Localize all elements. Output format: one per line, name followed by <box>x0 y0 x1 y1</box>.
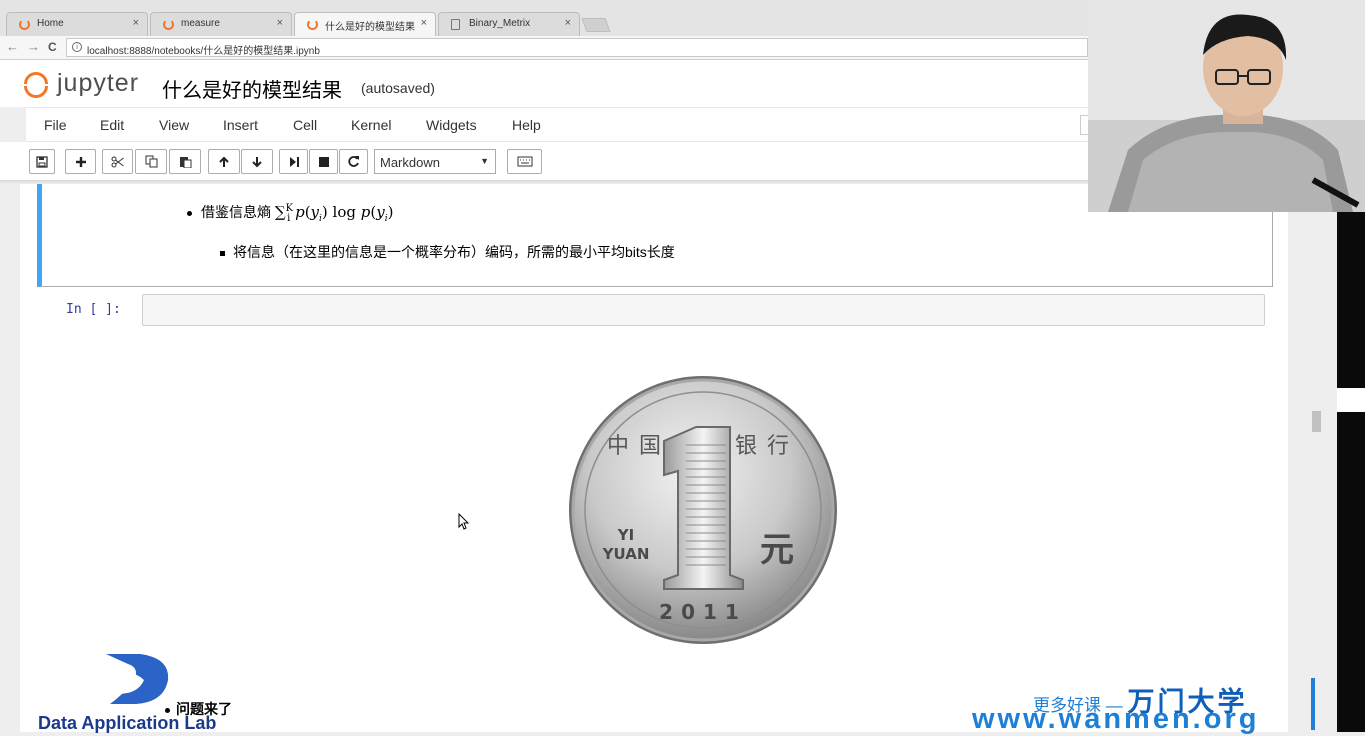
tab-binary-metrix[interactable]: Binary_Metrix × <box>438 12 580 36</box>
insert-cell-button[interactable] <box>65 149 96 174</box>
menu-insert[interactable]: Insert <box>223 117 258 133</box>
jupyter-logo-icon[interactable] <box>24 70 50 98</box>
plus-icon <box>75 157 86 167</box>
coin-pinyin-2: YUAN <box>602 545 650 563</box>
move-up-button[interactable] <box>208 149 240 174</box>
notebook-page: 借鉴信息熵 ∑Ki p(yi) log p(yi) 将信息（在这里的信息是一个概… <box>20 184 1288 732</box>
paste-icon <box>179 157 191 169</box>
copy-icon <box>145 155 157 168</box>
cell-type-value: Markdown <box>380 155 440 170</box>
restart-button[interactable] <box>339 149 368 174</box>
menu-help[interactable]: Help <box>512 117 541 133</box>
formula-sub: i <box>287 213 291 224</box>
tab-label: measure <box>181 18 220 29</box>
tab-measure[interactable]: measure × <box>150 12 292 36</box>
jupyter-favicon-icon <box>307 19 318 30</box>
tab-close-icon[interactable]: × <box>421 17 427 29</box>
notebook-title[interactable]: 什么是好的模型结果 <box>162 74 342 103</box>
save-button[interactable] <box>29 149 55 174</box>
cell-type-select[interactable]: Markdown ▼ <box>374 149 496 174</box>
data-application-lab-logo <box>106 654 169 704</box>
chevron-down-icon: ▼ <box>480 156 489 166</box>
input-prompt: In [ ]: <box>66 302 121 317</box>
menu-kernel[interactable]: Kernel <box>351 117 391 133</box>
run-button[interactable] <box>279 149 308 174</box>
save-icon <box>36 156 48 168</box>
copy-button[interactable] <box>135 149 167 174</box>
mouse-cursor-icon <box>458 513 470 530</box>
menu-view[interactable]: View <box>159 117 189 133</box>
wanmen-divider <box>1311 678 1315 730</box>
cut-button[interactable] <box>102 149 133 174</box>
tab-label: Home <box>37 18 64 29</box>
menu-edit[interactable]: Edit <box>100 117 124 133</box>
stop-icon <box>318 157 329 167</box>
url-bar[interactable]: i localhost:8888/notebooks/什么是好的模型结果.ipy… <box>66 38 1088 57</box>
bullet-dot <box>187 210 192 216</box>
list-item: 借鉴信息熵 ∑Ki p(yi) log p(yi) <box>187 202 393 224</box>
new-tab-button[interactable] <box>581 18 611 32</box>
code-cell-input[interactable] <box>142 294 1265 326</box>
reload-icon[interactable]: C <box>48 40 57 54</box>
cut-icon <box>111 156 124 168</box>
webcam-overlay <box>1088 0 1365 212</box>
menu-widgets[interactable]: Widgets <box>426 117 477 133</box>
save-status: (autosaved) <box>361 80 435 96</box>
tab-active-notebook[interactable]: 什么是好的模型结果 × <box>294 12 436 36</box>
tab-label: 什么是好的模型结果 <box>325 22 415 33</box>
entropy-formula: ∑Ki p(yi) log p(yi) <box>274 203 394 224</box>
coin-year: 2011 <box>659 600 747 624</box>
info-icon: i <box>72 42 82 52</box>
back-icon[interactable]: ← <box>6 39 19 54</box>
coin-image: 中国人民银行 YI YUAN 元 2011 <box>569 376 837 644</box>
forward-icon[interactable]: → <box>27 39 40 54</box>
jupyter-favicon-icon <box>163 19 174 30</box>
url-text: localhost:8888/notebooks/什么是好的模型结果.ipynb <box>87 46 320 57</box>
menu-file[interactable]: File <box>44 117 67 133</box>
run-icon <box>289 157 299 167</box>
page-scrollbar[interactable] <box>1310 184 1324 732</box>
list-item: 将信息（在这里的信息是一个概率分布）编码，所需的最小平均bits长度 <box>220 242 675 262</box>
entropy-label: 借鉴信息熵 <box>201 204 271 220</box>
side-panel <box>1337 212 1365 732</box>
arrow-up-icon <box>219 156 229 167</box>
command-palette-button[interactable] <box>507 149 542 174</box>
coin-yuan-char: 元 <box>760 530 794 570</box>
keyboard-icon <box>517 156 532 167</box>
tab-home[interactable]: Home × <box>6 12 148 36</box>
document-icon <box>451 19 460 30</box>
move-down-button[interactable] <box>241 149 273 174</box>
menu-cell[interactable]: Cell <box>293 117 317 133</box>
tab-close-icon[interactable]: × <box>565 17 571 29</box>
lab-name-text: Data Application Lab <box>38 713 217 733</box>
scrollbar-thumb[interactable] <box>1312 411 1321 432</box>
jupyter-favicon-icon <box>19 19 30 30</box>
jupyter-logo-text[interactable]: jupyter <box>57 69 139 98</box>
arrow-down-icon <box>252 157 262 168</box>
tab-close-icon[interactable]: × <box>277 17 283 29</box>
interrupt-button[interactable] <box>309 149 338 174</box>
tab-label: Binary_Metrix <box>469 18 531 29</box>
restart-icon <box>348 156 359 167</box>
encoding-text: 将信息（在这里的信息是一个概率分布）编码，所需的最小平均bits长度 <box>233 244 675 260</box>
bullet-square <box>220 250 225 256</box>
wanmen-url-text: www.wanmen.org <box>972 703 1260 735</box>
coin-pinyin-1: YI <box>617 526 634 544</box>
tab-close-icon[interactable]: × <box>133 17 139 29</box>
paste-button[interactable] <box>169 149 201 174</box>
